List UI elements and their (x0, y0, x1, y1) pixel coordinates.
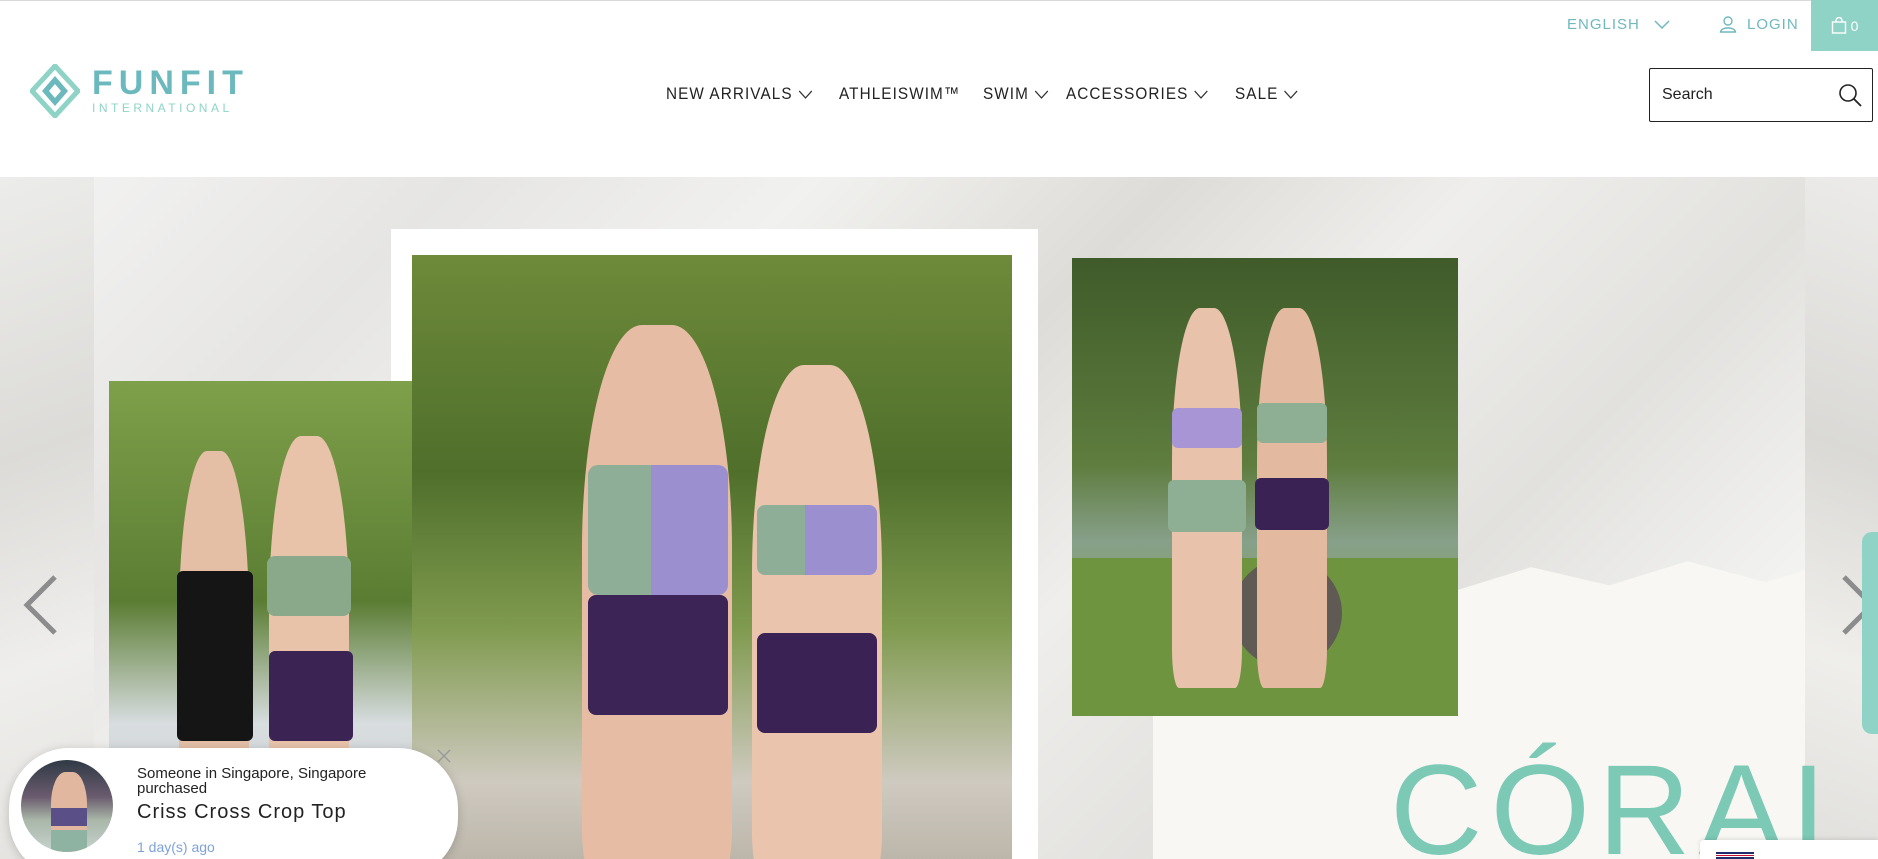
main-navigation: NEW ARRIVALS ATHLEISWIM™ SWIM ACCESSORIE… (666, 84, 1298, 104)
purple-shorts (757, 633, 877, 733)
shorts (51, 830, 87, 852)
search-input[interactable] (1662, 86, 1832, 104)
recent-purchase-popup[interactable]: Someone in Singapore, Singapore purchase… (9, 748, 458, 859)
hero-photo-right (1072, 258, 1458, 716)
funfit-logo-icon (30, 64, 80, 118)
nav-swim[interactable]: SWIM (983, 84, 1049, 104)
close-icon (437, 749, 451, 763)
chevron-down-icon (1035, 90, 1049, 99)
green-crop-top (267, 556, 351, 616)
user-icon (1719, 16, 1737, 33)
nav-label: ATHLEISWIM™ (838, 84, 960, 103)
cart-button[interactable]: 0 (1811, 0, 1878, 51)
top-border (0, 0, 1878, 1)
product-thumbnail (21, 760, 113, 852)
purple-bottoms (588, 595, 728, 715)
nav-label: SALE (1234, 84, 1278, 103)
model-figure (752, 365, 882, 859)
chevron-down-icon (798, 90, 812, 99)
language-label: ENGLISH (1567, 16, 1640, 33)
chevron-down-icon (1194, 90, 1209, 99)
brand-tagline: INTERNATIONAL (92, 101, 233, 115)
color-block-swimsuit (588, 465, 728, 595)
language-selector[interactable]: ENGLISH (1567, 16, 1670, 33)
shopping-bag-icon (1831, 17, 1846, 34)
chevron-down-icon (1654, 19, 1670, 29)
green-crop-top (1257, 403, 1327, 443)
nav-label: SWIM (983, 84, 1030, 103)
green-shorts (1168, 480, 1246, 532)
black-swimsuit (177, 571, 253, 741)
nav-accessories[interactable]: ACCESSORIES (1066, 84, 1209, 104)
nav-new-arrivals[interactable]: NEW ARRIVALS (666, 84, 812, 104)
cart-count: 0 (1850, 17, 1859, 34)
chevron-down-icon (1283, 90, 1298, 99)
popup-location-text: Someone in Singapore, Singapore purchase… (137, 765, 367, 797)
popup-close-button[interactable] (436, 748, 456, 768)
purple-shorts (269, 651, 353, 741)
uk-flag-icon (1716, 852, 1754, 859)
side-widget-tab[interactable] (1862, 532, 1878, 734)
brand-logo[interactable]: FUNFIT INTERNATIONAL (30, 64, 249, 118)
popup-time: 1 day(s) ago (137, 839, 215, 855)
hero-photo-main (412, 255, 1012, 859)
search-icon[interactable] (1838, 83, 1862, 107)
nav-label: ACCESSORIES (1066, 84, 1189, 103)
nav-sale[interactable]: SALE (1235, 84, 1298, 104)
nav-athleiswim[interactable]: ATHLEISWIM™ (839, 84, 960, 104)
search-box (1649, 68, 1873, 122)
lilac-crop-top (1172, 408, 1242, 448)
slideshow-prev-button[interactable] (21, 575, 61, 635)
crop-top (51, 808, 87, 826)
login-label: LOGIN (1747, 15, 1799, 33)
currency-selector[interactable] (1700, 840, 1878, 859)
chevron-left-icon (23, 575, 57, 635)
purple-shorts (1255, 478, 1329, 530)
login-link[interactable]: LOGIN (1719, 15, 1799, 33)
brand-name: FUNFIT (92, 64, 249, 102)
crop-top (757, 505, 877, 575)
nav-label: NEW ARRIVALS (666, 84, 793, 103)
popup-product-name[interactable]: Criss Cross Crop Top (137, 801, 347, 824)
